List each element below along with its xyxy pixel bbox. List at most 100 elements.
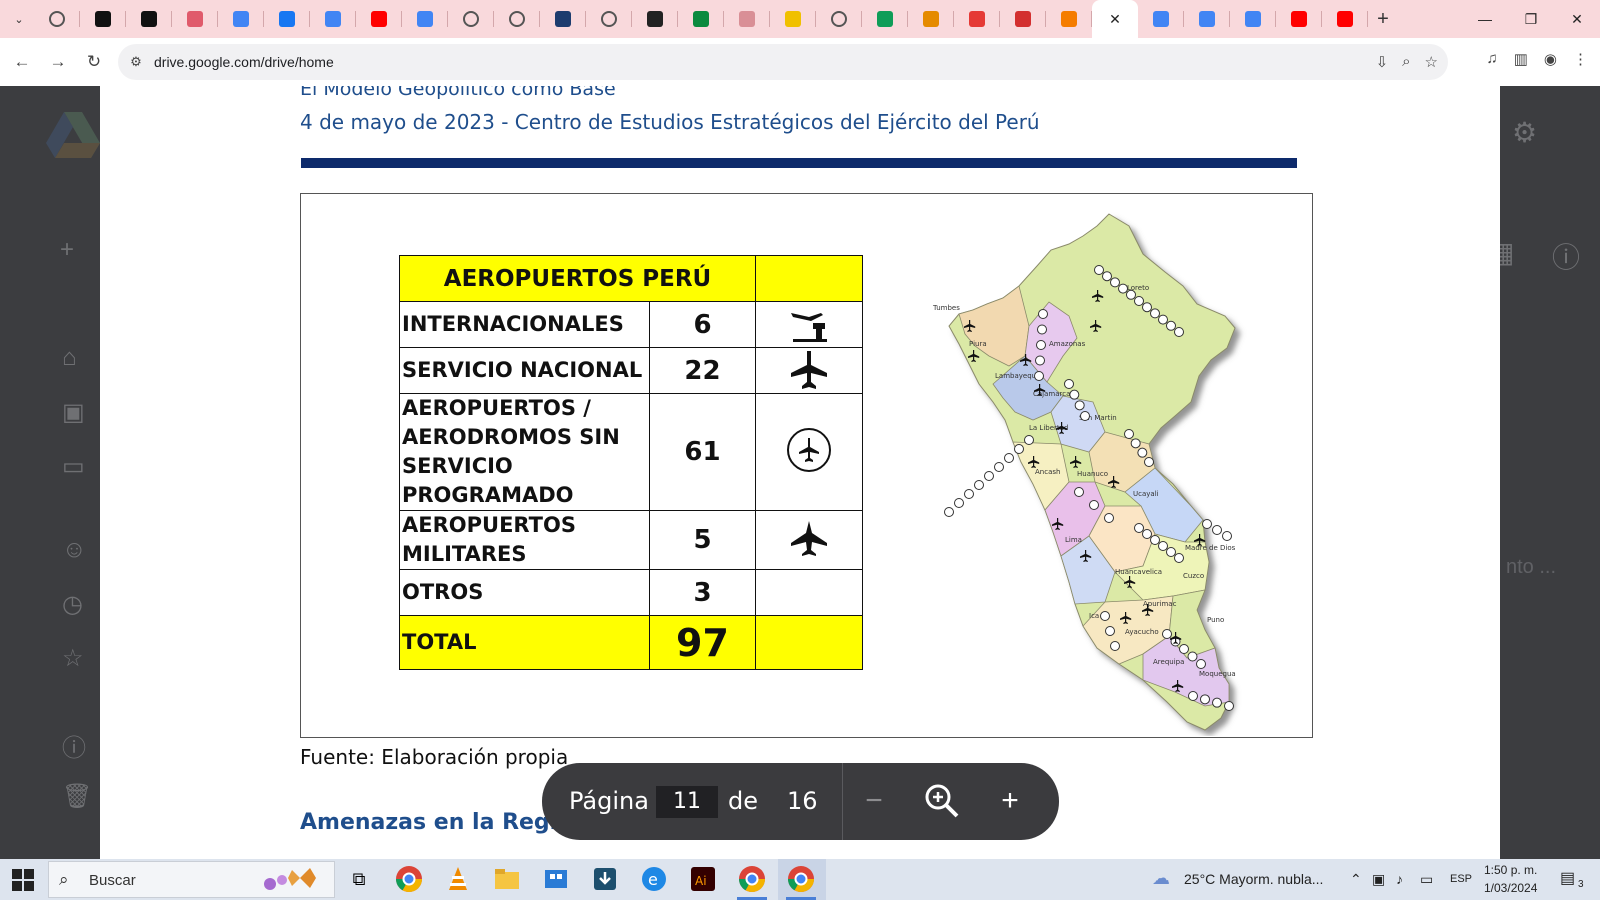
tab-22[interactable]: [1046, 0, 1092, 38]
map-label: Ayacucho: [1125, 628, 1159, 636]
airfield-marker: [1174, 327, 1184, 337]
tab-19[interactable]: [908, 0, 954, 38]
tab-11[interactable]: [540, 0, 586, 38]
airfield-marker: [1104, 513, 1114, 523]
table-row: AEROPUERTOS / AERODROMOS SIN SERVICIO PR…: [399, 393, 863, 511]
chrome-taskbar-icon[interactable]: [394, 864, 424, 894]
file-explorer-taskbar-icon[interactable]: [492, 864, 522, 894]
network-icon[interactable]: ▭: [1420, 871, 1433, 888]
row-icon-cell: [755, 569, 863, 616]
tray-chevron-icon[interactable]: ⌃: [1350, 871, 1362, 888]
row-category: AEROPUERTOS MILITARES: [399, 510, 650, 570]
back-icon[interactable]: ←: [4, 44, 40, 80]
tab-3[interactable]: [172, 0, 218, 38]
airfield-marker: [1105, 626, 1115, 636]
notifications-icon[interactable]: ▤: [1560, 868, 1575, 888]
tab-9[interactable]: [448, 0, 494, 38]
page-number-input[interactable]: 11: [656, 786, 718, 818]
airfield-marker: [1074, 400, 1085, 411]
tab-0[interactable]: [34, 0, 80, 38]
drive-logo-icon: [46, 112, 100, 158]
tab-15[interactable]: [724, 0, 770, 38]
airfield-marker: [974, 480, 984, 490]
blogger-icon: [1061, 11, 1077, 27]
taskbar-search[interactable]: ⌕ Buscar: [48, 861, 335, 898]
tab-2[interactable]: [126, 0, 172, 38]
reload-icon[interactable]: ↻: [76, 44, 112, 80]
tab-right-3[interactable]: [1276, 0, 1322, 38]
tab-12[interactable]: [586, 0, 632, 38]
airfield-marker: [1134, 523, 1144, 533]
airfield-marker: [1102, 271, 1112, 282]
airfield-marker: [994, 462, 1004, 472]
map-label: Cuzco: [1183, 572, 1204, 580]
weather-cloud-icon[interactable]: ☁: [1152, 868, 1170, 889]
install-app-icon[interactable]: ⇩: [1376, 53, 1389, 71]
language-indicator[interactable]: ESP: [1450, 873, 1472, 885]
close-tab-icon[interactable]: ✕: [1109, 11, 1121, 28]
new-tab-button[interactable]: +: [1368, 8, 1398, 31]
airfield-marker: [964, 489, 974, 499]
tab-14[interactable]: [678, 0, 724, 38]
tab-18[interactable]: [862, 0, 908, 38]
store-taskbar-icon[interactable]: [541, 864, 571, 894]
site-info-icon[interactable]: ⚙: [118, 54, 154, 70]
task-view-icon[interactable]: ⧉: [344, 864, 374, 894]
tab-10[interactable]: [494, 0, 540, 38]
chrome-active-taskbar-icon[interactable]: [786, 864, 816, 894]
airfield-marker: [1024, 435, 1034, 445]
minimize-window-icon[interactable]: —: [1462, 0, 1508, 38]
airfield-marker: [1014, 444, 1024, 454]
side-panel-icon[interactable]: ▥: [1514, 50, 1528, 68]
url-text[interactable]: drive.google.com/drive/home: [154, 54, 334, 70]
forward-icon[interactable]: →: [40, 44, 76, 80]
address-bar[interactable]: ⚙ drive.google.com/drive/home ⇩ ⌕ ☆: [118, 44, 1448, 80]
figure-caption: Fuente: Elaboración propia: [300, 745, 569, 769]
meet-now-icon[interactable]: ▣: [1372, 871, 1385, 888]
illustrator-taskbar-icon[interactable]: Ai: [688, 864, 718, 894]
edge-taskbar-icon[interactable]: e: [639, 864, 669, 894]
media-controls-icon[interactable]: ♫: [1486, 50, 1497, 68]
download-app-taskbar-icon[interactable]: [590, 864, 620, 894]
chrome-profile-taskbar-icon[interactable]: [737, 864, 767, 894]
tab-right-0[interactable]: [1138, 0, 1184, 38]
weather-text[interactable]: 25°C Mayorm. nubla...: [1184, 871, 1323, 887]
bookmark-star-icon[interactable]: ☆: [1425, 53, 1438, 71]
tab-right-4[interactable]: [1322, 0, 1368, 38]
tab-5[interactable]: [264, 0, 310, 38]
close-window-icon[interactable]: ✕: [1554, 0, 1600, 38]
tab-active-drive[interactable]: ✕: [1092, 0, 1138, 38]
zoom-fit-icon[interactable]: [922, 781, 962, 821]
restore-window-icon[interactable]: ❐: [1508, 0, 1554, 38]
airports-table: AEROPUERTOS PERÚ INTERNACIONALES 6 SERVI…: [399, 255, 863, 670]
tab-right-1[interactable]: [1184, 0, 1230, 38]
doc-icon: [1245, 11, 1261, 27]
windows-start-icon[interactable]: [10, 867, 36, 893]
tab-1[interactable]: [80, 0, 126, 38]
new-plus-icon: +: [60, 236, 75, 263]
zoom-icon[interactable]: ⌕: [1402, 53, 1410, 71]
map-label: Amazonas: [1049, 340, 1086, 348]
taskbar-clock[interactable]: 1:50 p. m. 1/03/2024: [1484, 861, 1537, 897]
tab-16[interactable]: [770, 0, 816, 38]
zoom-out-button[interactable]: −: [854, 781, 894, 821]
tab-4[interactable]: [218, 0, 264, 38]
vlc-taskbar-icon[interactable]: [443, 864, 473, 894]
airfield-marker: [1166, 547, 1176, 557]
zoom-in-button[interactable]: +: [990, 781, 1030, 821]
chrome-menu-icon[interactable]: ⋮: [1573, 50, 1588, 68]
profile-avatar[interactable]: ◉: [1544, 50, 1557, 68]
tab-search-menu-icon[interactable]: ⌄: [4, 4, 34, 34]
tab-7[interactable]: [356, 0, 402, 38]
tab-6[interactable]: [310, 0, 356, 38]
volume-icon[interactable]: ♪: [1396, 871, 1403, 887]
tab-21[interactable]: [1000, 0, 1046, 38]
tab-17[interactable]: [816, 0, 862, 38]
tab-20[interactable]: [954, 0, 1000, 38]
airfield-marker: [1174, 553, 1184, 563]
tab-13[interactable]: [632, 0, 678, 38]
map-label: Tumbes: [932, 304, 960, 312]
tab-right-2[interactable]: [1230, 0, 1276, 38]
tab-8[interactable]: [402, 0, 448, 38]
airfield-marker: [1126, 289, 1136, 300]
